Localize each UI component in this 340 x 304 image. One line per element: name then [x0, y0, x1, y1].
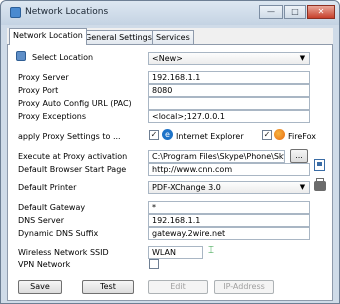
dialog-panel: Network Location General Settings Servic… [7, 28, 333, 301]
tab-general-settings[interactable]: General Settings [81, 30, 156, 44]
location-select[interactable]: <New> ▼ [148, 52, 310, 65]
start-page-label: Default Browser Start Page [18, 165, 127, 174]
execute-input[interactable]: C:\Program Files\Skype\Phone\Skype.exe [148, 150, 285, 163]
dns-suffix-label: Dynamic DNS Suffix [18, 229, 99, 238]
wireless-signal-icon: ⌶ [208, 245, 214, 256]
vpn-label: VPN Network [18, 260, 71, 269]
firefox-checkbox[interactable]: ✓ [262, 130, 272, 140]
app-window: Network Locations — □ ✕ Network Location… [0, 0, 340, 304]
chevron-down-icon: ▼ [299, 54, 306, 62]
home-page-icon[interactable] [314, 159, 325, 171]
firefox-label: FireFox [288, 132, 316, 141]
chevron-down-icon: ▼ [299, 183, 306, 191]
ie-checkbox[interactable]: ✓ [149, 130, 159, 140]
dns-server-input[interactable]: 192.168.1.1 [148, 214, 310, 227]
internet-explorer-icon: e [162, 129, 173, 140]
location-select-value: <New> [152, 54, 183, 63]
proxy-port-label: Proxy Port [18, 86, 59, 95]
printer-select[interactable]: PDF-XChange 3.0 ▼ [148, 181, 310, 194]
execute-label: Execute at Proxy activation [18, 152, 128, 161]
firefox-icon [274, 129, 285, 140]
printer-icon[interactable] [314, 178, 326, 191]
test-button[interactable]: Test [82, 280, 134, 294]
window-title: Network Locations [25, 7, 109, 17]
ssid-label: Wireless Network SSID [18, 248, 109, 257]
ie-label: Internet Explorer [176, 132, 244, 141]
gateway-label: Default Gateway [18, 203, 86, 212]
ssid-input[interactable]: WLAN [148, 246, 203, 259]
proxy-pac-label: Proxy Auto Config URL (PAC) [18, 99, 132, 108]
vpn-checkbox[interactable] [149, 259, 159, 269]
proxy-server-input[interactable]: 192.168.1.1 [148, 71, 310, 84]
proxy-exceptions-input[interactable]: <local>;127.0.0.1 [148, 110, 310, 123]
close-button[interactable]: ✕ [307, 5, 335, 19]
printer-select-value: PDF-XChange 3.0 [152, 183, 221, 192]
minimize-button[interactable]: — [259, 5, 283, 19]
printer-label: Default Printer [18, 183, 77, 192]
tab-network-location[interactable]: Network Location [9, 28, 87, 45]
start-page-input[interactable]: http://www.cnn.com [148, 163, 310, 176]
dns-suffix-input[interactable]: gateway.2wire.net [148, 227, 310, 240]
proxy-server-label: Proxy Server [18, 73, 69, 82]
network-icon [10, 7, 21, 18]
gateway-input[interactable]: * [148, 201, 310, 214]
proxy-exceptions-label: Proxy Exceptions [18, 112, 86, 121]
browse-button[interactable]: ... [290, 149, 308, 163]
select-location-label: Select Location [32, 53, 94, 62]
ip-address-button[interactable]: IP-Address [214, 280, 274, 294]
proxy-pac-input[interactable] [148, 97, 310, 110]
dns-server-label: DNS Server [18, 216, 64, 225]
apply-proxy-label: apply Proxy Settings to ... [18, 132, 121, 141]
maximize-button[interactable]: □ [284, 5, 306, 19]
network-location-page: Select Location <New> ▼ Proxy Server 192… [7, 44, 333, 301]
proxy-port-input[interactable]: 8080 [148, 84, 310, 97]
save-button[interactable]: Save [18, 280, 62, 294]
tab-services[interactable]: Services [152, 30, 194, 44]
edit-button[interactable]: Edit [148, 280, 208, 294]
location-icon [16, 51, 26, 61]
title-bar[interactable]: Network Locations — □ ✕ [1, 1, 339, 25]
